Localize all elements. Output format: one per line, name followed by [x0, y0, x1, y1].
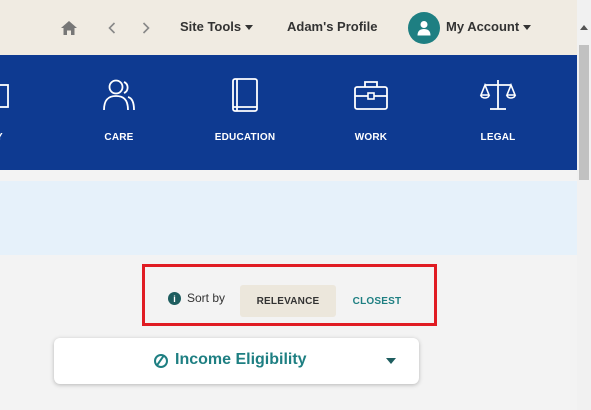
sort-closest-button[interactable]: CLOSEST — [346, 285, 408, 317]
sort-relevance-button[interactable]: RELEVANCE — [240, 285, 336, 317]
info-banner — [0, 181, 577, 255]
info-icon[interactable]: i — [168, 292, 181, 305]
scrollbar[interactable] — [577, 0, 591, 410]
category-item-legal[interactable]: LEGAL — [463, 55, 533, 170]
chevron-right-icon[interactable] — [139, 18, 153, 38]
top-toolbar: Site Tools Adam's Profile My Account — [0, 0, 577, 55]
site-tools-menu[interactable]: Site Tools — [180, 19, 254, 34]
site-tools-label: Site Tools — [180, 19, 242, 34]
no-income-icon — [154, 354, 168, 368]
category-label: Y — [0, 132, 14, 143]
user-icon — [417, 21, 431, 36]
category-item-work[interactable]: WORK — [336, 55, 406, 170]
caret-down-icon — [245, 25, 254, 30]
profile-link[interactable]: Adam's Profile — [287, 19, 378, 34]
category-item-partial[interactable]: Y — [0, 55, 14, 170]
scales-icon — [479, 80, 517, 110]
partial-icon — [0, 84, 9, 108]
briefcase-icon — [354, 81, 388, 110]
my-account-menu[interactable]: My Account — [446, 19, 532, 34]
avatar[interactable] — [408, 12, 440, 44]
category-item-education[interactable]: EDUCATION — [205, 55, 285, 170]
people-icon — [103, 79, 135, 111]
book-icon — [232, 78, 258, 112]
category-label: LEGAL — [480, 132, 516, 143]
chevron-left-icon[interactable] — [105, 18, 119, 38]
caret-down-icon — [523, 25, 532, 30]
home-icon[interactable] — [58, 18, 80, 38]
scrollbar-thumb[interactable] — [579, 45, 589, 180]
sort-by-label: Sort by — [187, 291, 226, 305]
caret-down-icon — [386, 358, 396, 364]
category-nav: Y CARE EDUCATION WORK — [0, 55, 577, 170]
income-eligibility-dropdown[interactable]: Income Eligibility — [54, 338, 419, 384]
category-item-care[interactable]: CARE — [84, 55, 154, 170]
my-account-label: My Account — [446, 19, 520, 34]
category-label: WORK — [354, 132, 388, 143]
category-label: EDUCATION — [214, 132, 276, 143]
scroll-up-arrow-icon[interactable] — [580, 25, 588, 30]
income-eligibility-label: Income Eligibility — [175, 351, 307, 368]
category-label: CARE — [104, 132, 134, 143]
